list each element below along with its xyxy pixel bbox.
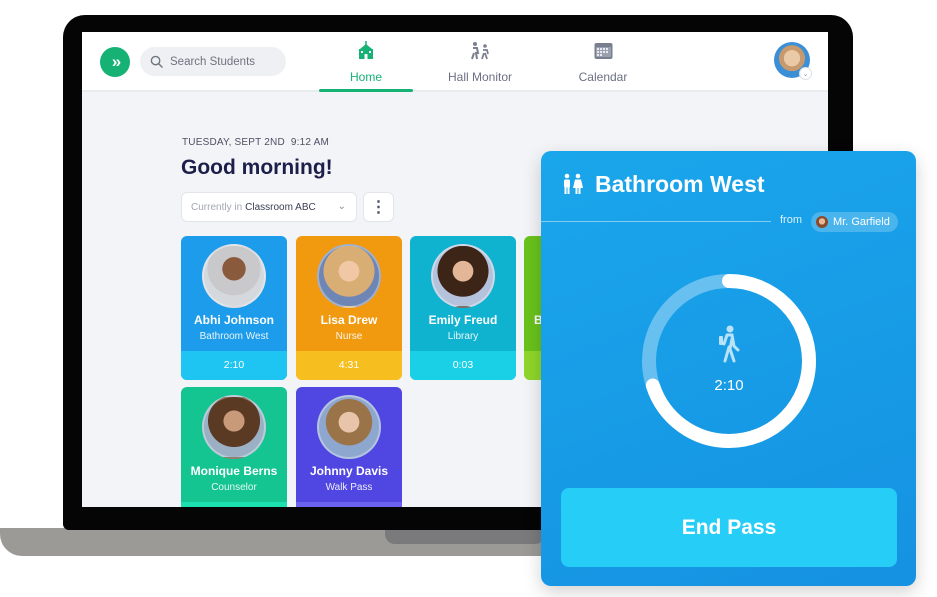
teacher-name: Mr. Garfield — [833, 216, 890, 228]
student-name: Johnny Davis — [309, 464, 389, 478]
search-icon — [150, 55, 163, 68]
user-avatar[interactable]: ⌄ — [774, 42, 812, 80]
student-name: Monique Berns — [190, 464, 278, 478]
student-destination: Bathroom West — [199, 331, 269, 342]
time-text: 9:12 AM — [290, 137, 329, 148]
divider — [541, 221, 771, 222]
from-label: from — [780, 214, 802, 226]
stage: » Search Students Home Hall Monitor Cale… — [0, 0, 937, 597]
tab-calendar[interactable]: Calendar — [572, 40, 634, 92]
student-photo — [317, 395, 381, 459]
greeting-heading: Good morning! — [181, 156, 333, 179]
kebab-menu-icon: ⋮ — [370, 199, 387, 216]
tab-home[interactable]: Home — [319, 40, 413, 92]
student-destination: Walk Pass — [325, 482, 373, 493]
student-card[interactable]: Abhi Johnson Bathroom West 2:10 — [181, 236, 287, 380]
more-options-button[interactable]: ⋮ — [363, 192, 394, 222]
student-photo — [202, 395, 266, 459]
search-input[interactable]: Search Students — [140, 47, 286, 76]
chevron-down-icon: ⌄ — [337, 201, 346, 212]
tab-home-label: Home — [349, 70, 382, 84]
location-prefix: Currently in — [191, 201, 243, 213]
tab-hall-monitor[interactable]: Hall Monitor — [440, 40, 520, 92]
tab-calendar-label: Calendar — [578, 70, 628, 84]
student-card[interactable]: Emily Freud Library 0:03 — [410, 236, 516, 380]
student-destination: Nurse — [335, 331, 363, 342]
app-logo[interactable]: » — [100, 47, 130, 77]
student-elapsed: 4:31 — [296, 351, 402, 380]
teacher-avatar — [816, 216, 828, 228]
student-name: Abhi Johnson — [194, 313, 274, 327]
teacher-chip: Mr. Garfield — [811, 212, 898, 232]
date-text: TUESDAY, SEPT 2ND — [182, 137, 285, 148]
current-date: TUESDAY, SEPT 2ND 9:12 AM — [182, 137, 329, 148]
student-elapsed: 2:10 — [181, 351, 287, 380]
calendar-icon — [594, 40, 613, 62]
student-card[interactable]: Lisa Drew Nurse 4:31 — [296, 236, 402, 380]
student-elapsed: 0:03 — [410, 351, 516, 380]
location-value: Classroom ABC — [245, 201, 316, 213]
chevron-down-icon: ⌄ — [799, 67, 812, 80]
student-photo — [317, 244, 381, 308]
search-placeholder: Search Students — [170, 55, 256, 68]
active-pass-panel: Bathroom West from Mr. Garfield 2:10 End… — [541, 151, 916, 586]
walking-person-icon — [715, 325, 741, 368]
student-card[interactable]: Monique Berns Counselor — [181, 387, 287, 507]
school-icon — [356, 40, 376, 62]
tab-hall-monitor-label: Hall Monitor — [447, 70, 513, 84]
end-pass-button[interactable]: End Pass — [561, 488, 897, 567]
student-name: Lisa Drew — [320, 313, 378, 327]
laptop-notch — [385, 528, 545, 544]
student-photo — [431, 244, 495, 308]
student-card[interactable]: Johnny Davis Walk Pass — [296, 387, 402, 507]
restroom-icon — [561, 173, 585, 200]
walking-people-icon — [469, 40, 491, 62]
student-destination: Counselor — [211, 482, 257, 493]
student-photo — [202, 244, 266, 308]
top-nav: » Search Students Home Hall Monitor Cale… — [82, 32, 828, 92]
student-destination: Library — [447, 331, 479, 342]
location-select[interactable]: Currently in Classroom ABC ⌄ — [181, 192, 357, 222]
pass-destination-title: Bathroom West — [595, 171, 765, 197]
pass-timer: 2:10 — [714, 377, 744, 394]
double-chevron-right-icon: » — [111, 52, 122, 71]
student-name: Emily Freud — [428, 313, 498, 327]
